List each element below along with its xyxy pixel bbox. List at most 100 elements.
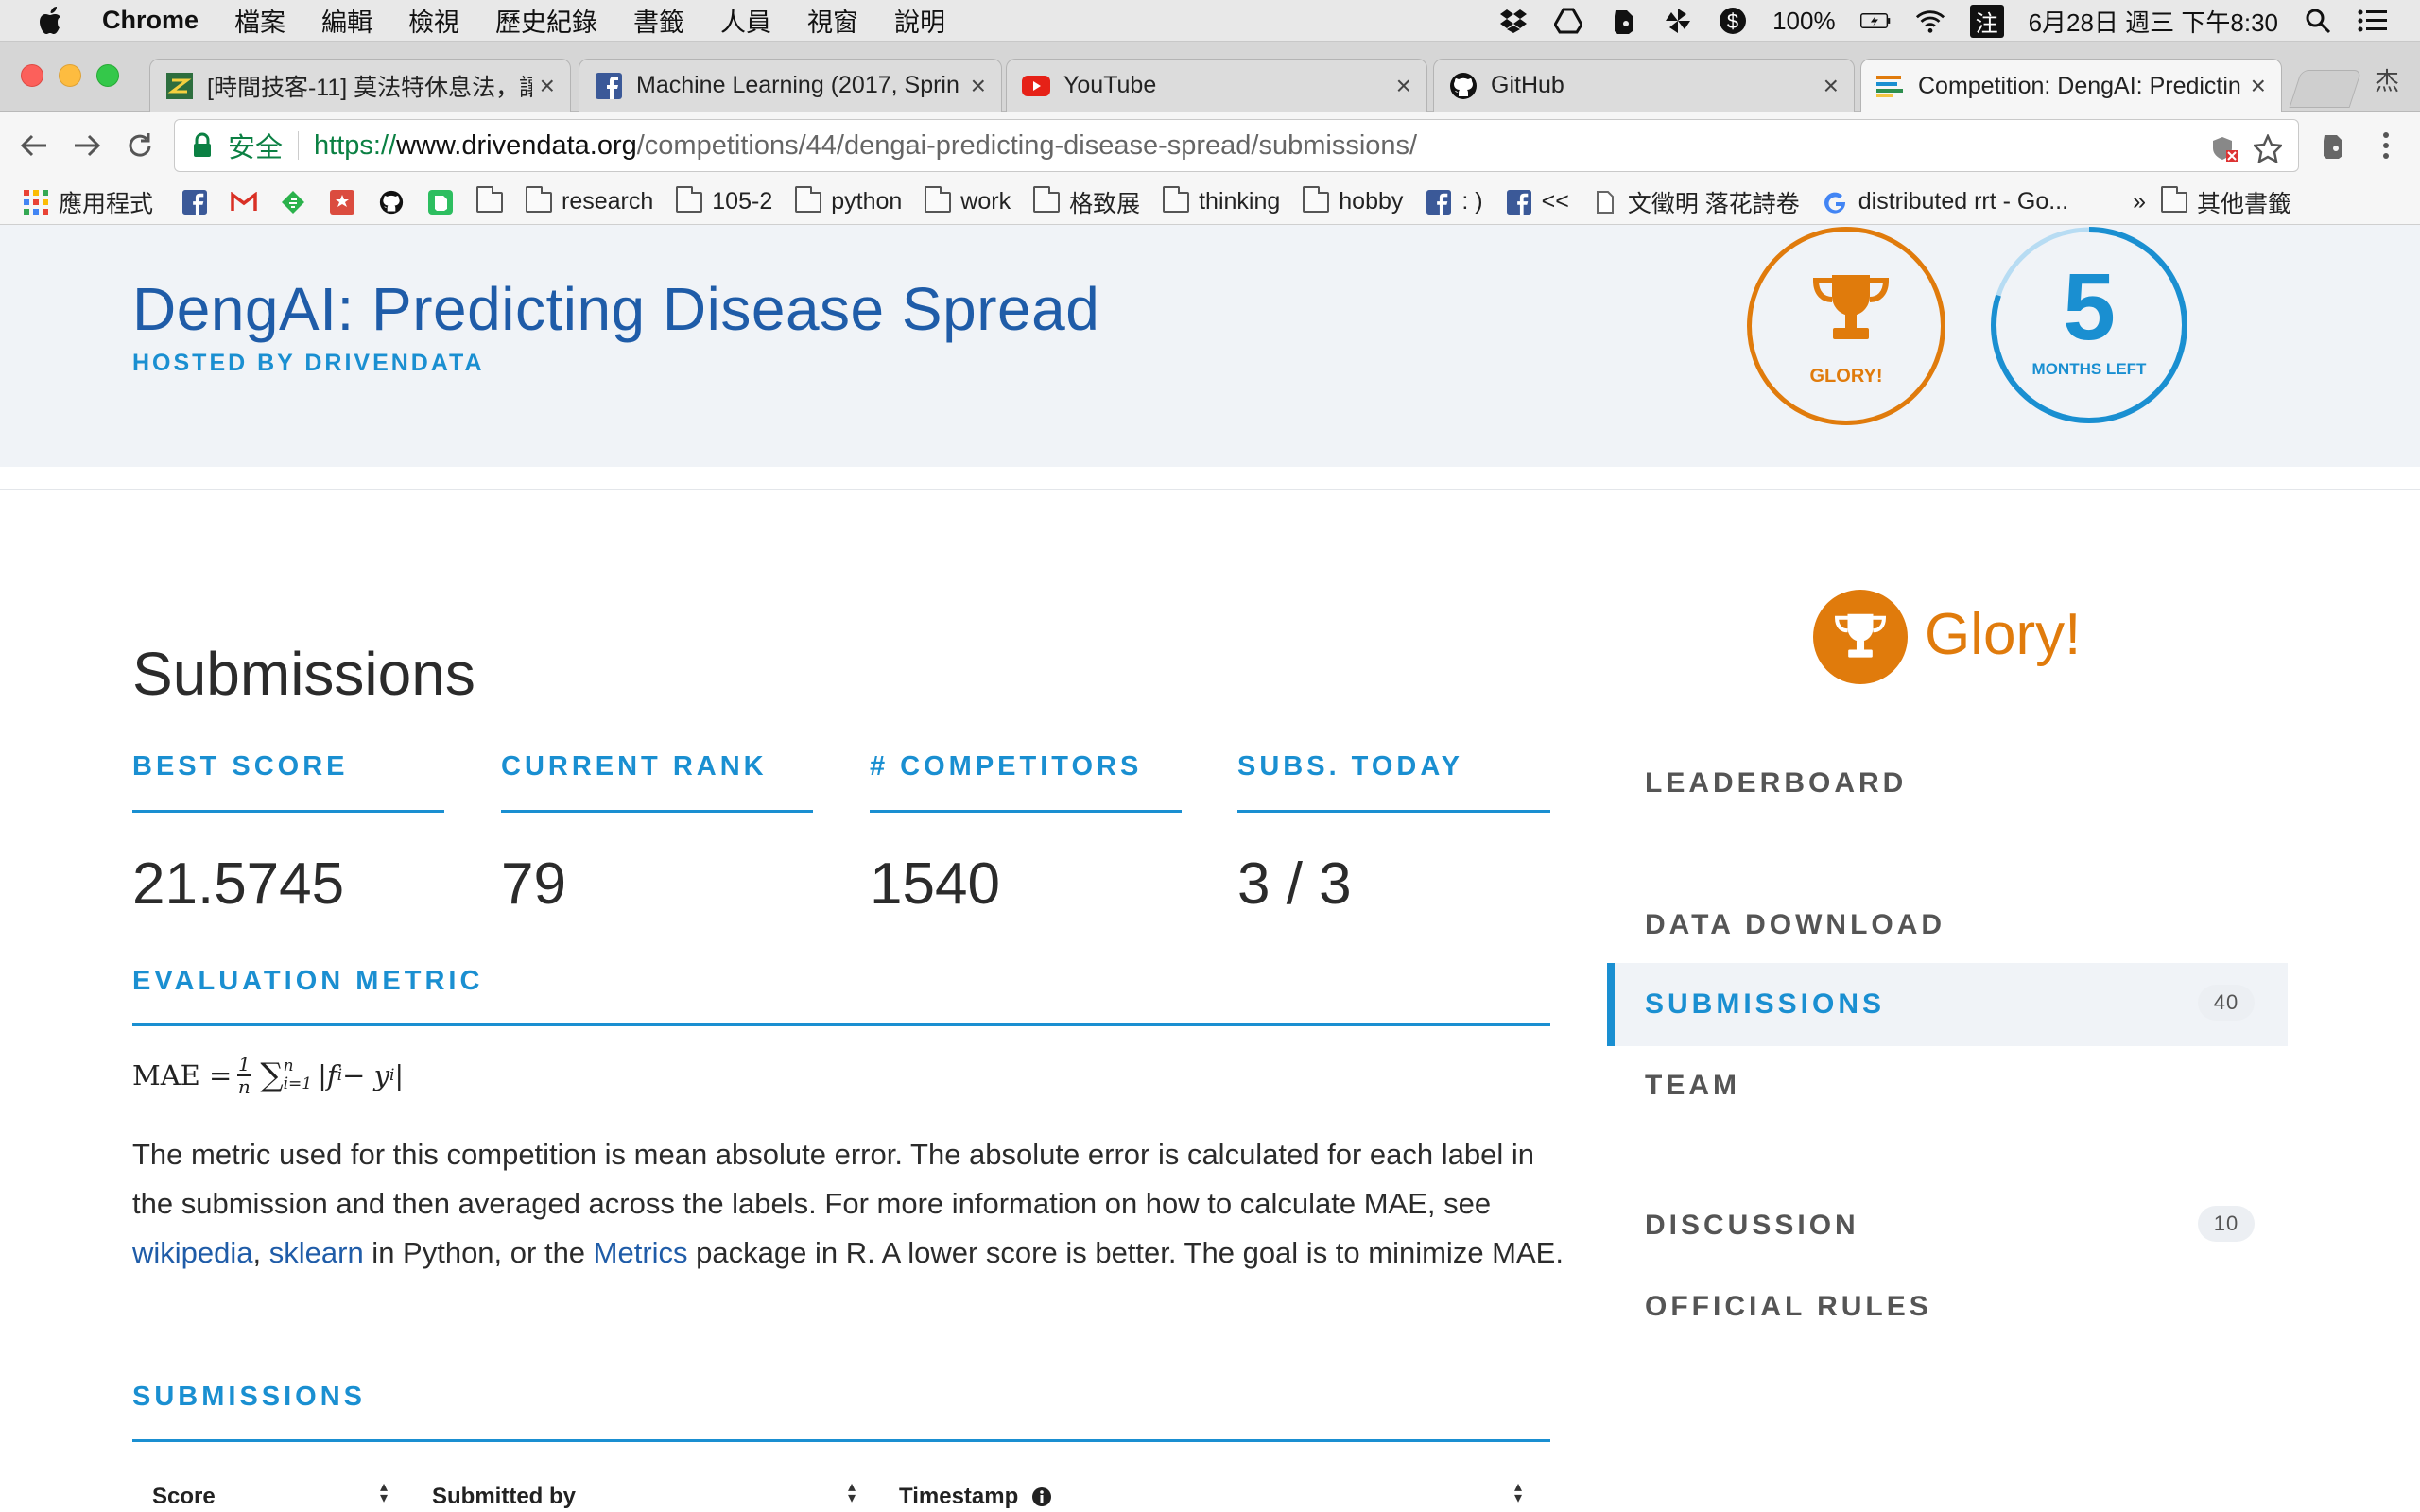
sidebar-item-official-rules[interactable]: OFFICIAL RULES [1645, 1291, 1932, 1323]
close-tab-icon[interactable]: × [971, 71, 986, 101]
bookmark-folder-gezhi[interactable]: 格致展 [1033, 185, 1140, 219]
lock-icon[interactable] [192, 132, 215, 159]
tab-github[interactable]: GitHub × [1433, 59, 1855, 112]
bookmark-apps[interactable]: 應用程式 [23, 185, 153, 219]
menu-edit[interactable]: 編輯 [321, 2, 372, 39]
column-header-submitted-by[interactable]: Submitted by [432, 1484, 576, 1510]
sort-icon[interactable]: ▴ ▾ [1514, 1480, 1522, 1506]
wikipedia-link[interactable]: wikipedia [132, 1236, 253, 1269]
evaluation-metric-heading: EVALUATION METRIC [132, 966, 484, 996]
bookmark-folder-other[interactable]: 其他書籤 [2160, 185, 2291, 219]
tab-competition-active[interactable]: Competition: DengAI: Predictin × [1860, 59, 2282, 112]
back-button[interactable] [11, 123, 57, 168]
close-tab-icon[interactable]: × [1824, 71, 1839, 101]
bookmark-label: hobby [1339, 188, 1404, 215]
battery-percent: 100% [1772, 6, 1836, 35]
github-icon [378, 190, 405, 214]
folder-icon [476, 185, 504, 214]
new-tab-button[interactable] [2289, 70, 2362, 108]
bookmark-folder-hobby[interactable]: hobby [1303, 185, 1404, 215]
menu-bookmarks[interactable]: 書籤 [633, 2, 684, 39]
zoom-window-button[interactable] [96, 64, 119, 87]
glory-prize-badge: GLORY! [1747, 227, 1945, 425]
bookmark-doc[interactable]: 文徵明 落花詩卷 [1592, 185, 1800, 219]
column-header-label: Score [152, 1484, 216, 1509]
stat-underline [1237, 810, 1550, 813]
profile-button[interactable]: 杰 [2375, 62, 2399, 97]
omnibox-divider [298, 131, 300, 160]
address-bar[interactable]: 安全 https://www.drivendata.org/competitio… [174, 119, 2299, 172]
spotlight-search-icon[interactable] [2303, 6, 2333, 36]
menu-help[interactable]: 說明 [894, 2, 945, 39]
bookmark-google-search[interactable]: distributed rrt - Go... [1823, 188, 2068, 215]
folder-icon [1303, 185, 1330, 214]
tab-time-geek[interactable]: [時間技客-11] 莫法特休息法，讓 × [149, 59, 571, 112]
menu-view[interactable]: 檢視 [408, 2, 459, 39]
bookmark-fb-back[interactable]: << [1506, 188, 1569, 215]
reload-button[interactable] [117, 123, 163, 168]
forward-button[interactable] [64, 123, 110, 168]
pinwheel-icon[interactable] [1663, 6, 1693, 36]
hosted-by-label[interactable]: HOSTED BY DRIVENDATA [132, 350, 485, 377]
formula-close: | [394, 1059, 405, 1091]
blocked-content-icon[interactable] [2205, 129, 2243, 167]
evernote-extension-icon[interactable] [2310, 123, 2356, 168]
close-tab-icon[interactable]: × [1396, 71, 1411, 101]
sidebar-item-discussion[interactable]: DISCUSSION [1645, 1210, 1859, 1242]
menubar-clock[interactable]: 6月28日 週三 下午8:30 [2029, 4, 2278, 39]
wifi-icon[interactable] [1915, 6, 1945, 36]
bookmark-facebook[interactable] [182, 189, 217, 215]
menu-history[interactable]: 歷史紀錄 [495, 2, 597, 39]
evernote-icon[interactable] [1608, 6, 1638, 36]
bookmark-github[interactable] [378, 190, 414, 214]
sort-icon[interactable]: ▴ ▾ [848, 1480, 856, 1506]
metrics-link[interactable]: Metrics [594, 1236, 688, 1269]
minimize-window-button[interactable] [59, 64, 81, 87]
column-header-score[interactable]: Score [152, 1484, 216, 1510]
competition-title[interactable]: DengAI: Predicting Disease Spread [132, 274, 1099, 344]
google-drive-icon[interactable] [1553, 6, 1583, 36]
bookmark-folder-python[interactable]: python [795, 185, 902, 215]
bookmark-fb-smile[interactable]: : ) [1426, 188, 1483, 215]
sklearn-link[interactable]: sklearn [269, 1236, 364, 1269]
sort-icon[interactable]: ▴ ▾ [380, 1480, 388, 1506]
bookmark-folder-105-2[interactable]: 105-2 [676, 185, 773, 215]
sidebar-item-submissions[interactable]: SUBMISSIONS [1645, 988, 1885, 1021]
sidebar-item-data-download[interactable]: DATA DOWNLOAD [1645, 909, 1945, 941]
dropbox-icon[interactable] [1498, 6, 1529, 36]
bookmark-unnamed-folder[interactable] [476, 185, 512, 214]
secure-label[interactable]: 安全 [228, 126, 283, 165]
bookmark-evernote[interactable] [427, 189, 463, 215]
folder-icon [676, 185, 703, 214]
menu-window[interactable]: 視窗 [807, 2, 858, 39]
close-tab-icon[interactable]: × [2251, 71, 2266, 101]
menu-app-name[interactable]: Chrome [102, 6, 199, 35]
bookmark-feedly[interactable] [280, 190, 316, 214]
bookmark-folder-work[interactable]: work [925, 185, 1011, 215]
tab-machine-learning[interactable]: Machine Learning (2017, Sprin × [579, 59, 1002, 112]
bookmark-label: 105-2 [712, 188, 773, 215]
close-window-button[interactable] [21, 64, 43, 87]
info-icon[interactable] [1031, 1486, 1052, 1507]
sidebar-item-team[interactable]: TEAM [1645, 1070, 1740, 1102]
github-icon [1449, 72, 1478, 100]
dollar-icon[interactable]: $ [1718, 6, 1748, 36]
column-header-timestamp[interactable]: Timestamp [899, 1484, 1052, 1510]
bookmarks-overflow-chevron[interactable]: » [2133, 188, 2146, 215]
battery-icon[interactable] [1859, 6, 1891, 36]
menu-people[interactable]: 人員 [720, 2, 771, 39]
input-method-indicator[interactable]: 注 [1969, 4, 2004, 38]
bookmark-todo[interactable] [329, 189, 365, 215]
sidebar-item-leaderboard[interactable]: LEADERBOARD [1645, 767, 1907, 799]
close-tab-icon[interactable]: × [540, 71, 555, 101]
notification-center-icon[interactable] [2358, 6, 2388, 36]
apple-icon[interactable] [38, 5, 66, 37]
chrome-menu-icon[interactable] [2363, 123, 2409, 168]
bookmark-folder-thinking[interactable]: thinking [1163, 185, 1280, 215]
menu-file[interactable]: 檔案 [234, 2, 285, 39]
bookmark-gmail[interactable] [231, 191, 267, 214]
star-task-icon [329, 189, 355, 215]
bookmark-star-icon[interactable] [2249, 129, 2287, 167]
tab-youtube[interactable]: YouTube × [1006, 59, 1427, 112]
bookmark-folder-research[interactable]: research [526, 185, 653, 215]
